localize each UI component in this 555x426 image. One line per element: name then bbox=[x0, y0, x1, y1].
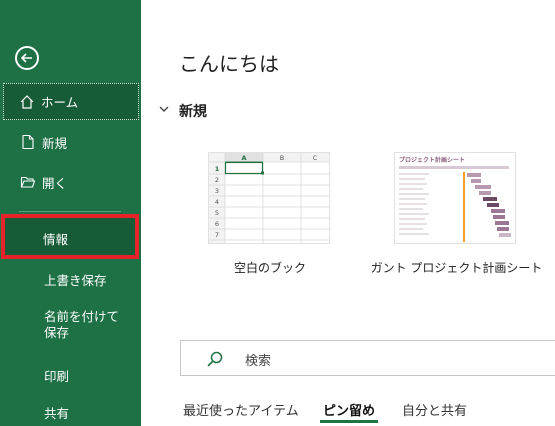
new-document-icon bbox=[22, 134, 34, 150]
sidebar-item-label: ホーム bbox=[41, 95, 79, 110]
search-placeholder: 検索 bbox=[245, 354, 272, 369]
chevron-down-icon[interactable] bbox=[158, 103, 170, 115]
row-header: 7 bbox=[215, 231, 219, 239]
column-header: A bbox=[241, 154, 246, 162]
backstage-sidebar: ホーム 新規 開く 情報 上書き保存 名前を付けて保存 印刷 共有 bbox=[0, 0, 141, 426]
sidebar-item-label: 共有 bbox=[44, 405, 70, 421]
row-header: 4 bbox=[215, 198, 219, 206]
tab-pinned[interactable]: ピン留め bbox=[323, 400, 375, 419]
sidebar-item-label: 名前を付けて保存 bbox=[44, 309, 120, 340]
template-caption-blank: 空白のブック bbox=[233, 261, 306, 275]
sidebar-item-print[interactable]: 印刷 bbox=[0, 363, 141, 387]
sidebar-item-save[interactable]: 上書き保存 bbox=[0, 266, 141, 292]
sidebar-item-label: 上書き保存 bbox=[44, 272, 107, 288]
tab-shared-with-me[interactable]: 自分と共有 bbox=[402, 400, 467, 419]
sidebar-item-label: 印刷 bbox=[44, 368, 70, 384]
section-title: 新規 bbox=[179, 104, 207, 120]
template-gantt[interactable]: プロジェクト計画シート bbox=[394, 152, 516, 244]
template-blank-workbook[interactable]: A B C 1 2 3 4 5 6 7 bbox=[208, 152, 330, 244]
row-header: 1 bbox=[215, 165, 220, 173]
sidebar-item-open[interactable]: 開く bbox=[0, 164, 141, 200]
sidebar-item-new[interactable]: 新規 bbox=[0, 124, 141, 160]
column-header: B bbox=[280, 154, 284, 162]
sidebar-divider bbox=[19, 211, 121, 212]
tab-recent[interactable]: 最近使ったアイテム bbox=[183, 400, 299, 419]
search-input[interactable]: 検索 bbox=[180, 340, 555, 376]
highlight-box bbox=[1, 214, 139, 259]
sidebar-item-label: 新規 bbox=[42, 135, 68, 151]
blank-workbook-preview: A B C 1 2 3 4 5 6 7 bbox=[209, 153, 329, 243]
row-header: 5 bbox=[215, 209, 219, 217]
sidebar-item-label: 開く bbox=[42, 175, 68, 191]
back-button[interactable] bbox=[15, 46, 39, 70]
search-icon bbox=[207, 351, 223, 367]
folder-open-icon bbox=[20, 176, 36, 188]
sidebar-item-share[interactable]: 共有 bbox=[0, 400, 141, 424]
page-title: こんにちは bbox=[179, 52, 279, 76]
sidebar-item-save-as[interactable]: 名前を付けて保存 bbox=[0, 309, 141, 345]
gantt-preview: プロジェクト計画シート bbox=[395, 153, 515, 243]
gantt-preview-title: プロジェクト計画シート bbox=[399, 156, 465, 164]
sidebar-item-home[interactable]: ホーム bbox=[3, 83, 139, 120]
row-header: 6 bbox=[215, 220, 219, 228]
active-tab-indicator bbox=[320, 420, 378, 423]
row-header: 2 bbox=[215, 176, 219, 184]
row-header: 3 bbox=[215, 187, 219, 195]
home-icon bbox=[20, 94, 34, 109]
template-caption-gantt: ガント プロジェクト計画シート bbox=[370, 261, 543, 275]
column-header: C bbox=[313, 154, 318, 162]
arrow-left-icon bbox=[20, 53, 32, 63]
